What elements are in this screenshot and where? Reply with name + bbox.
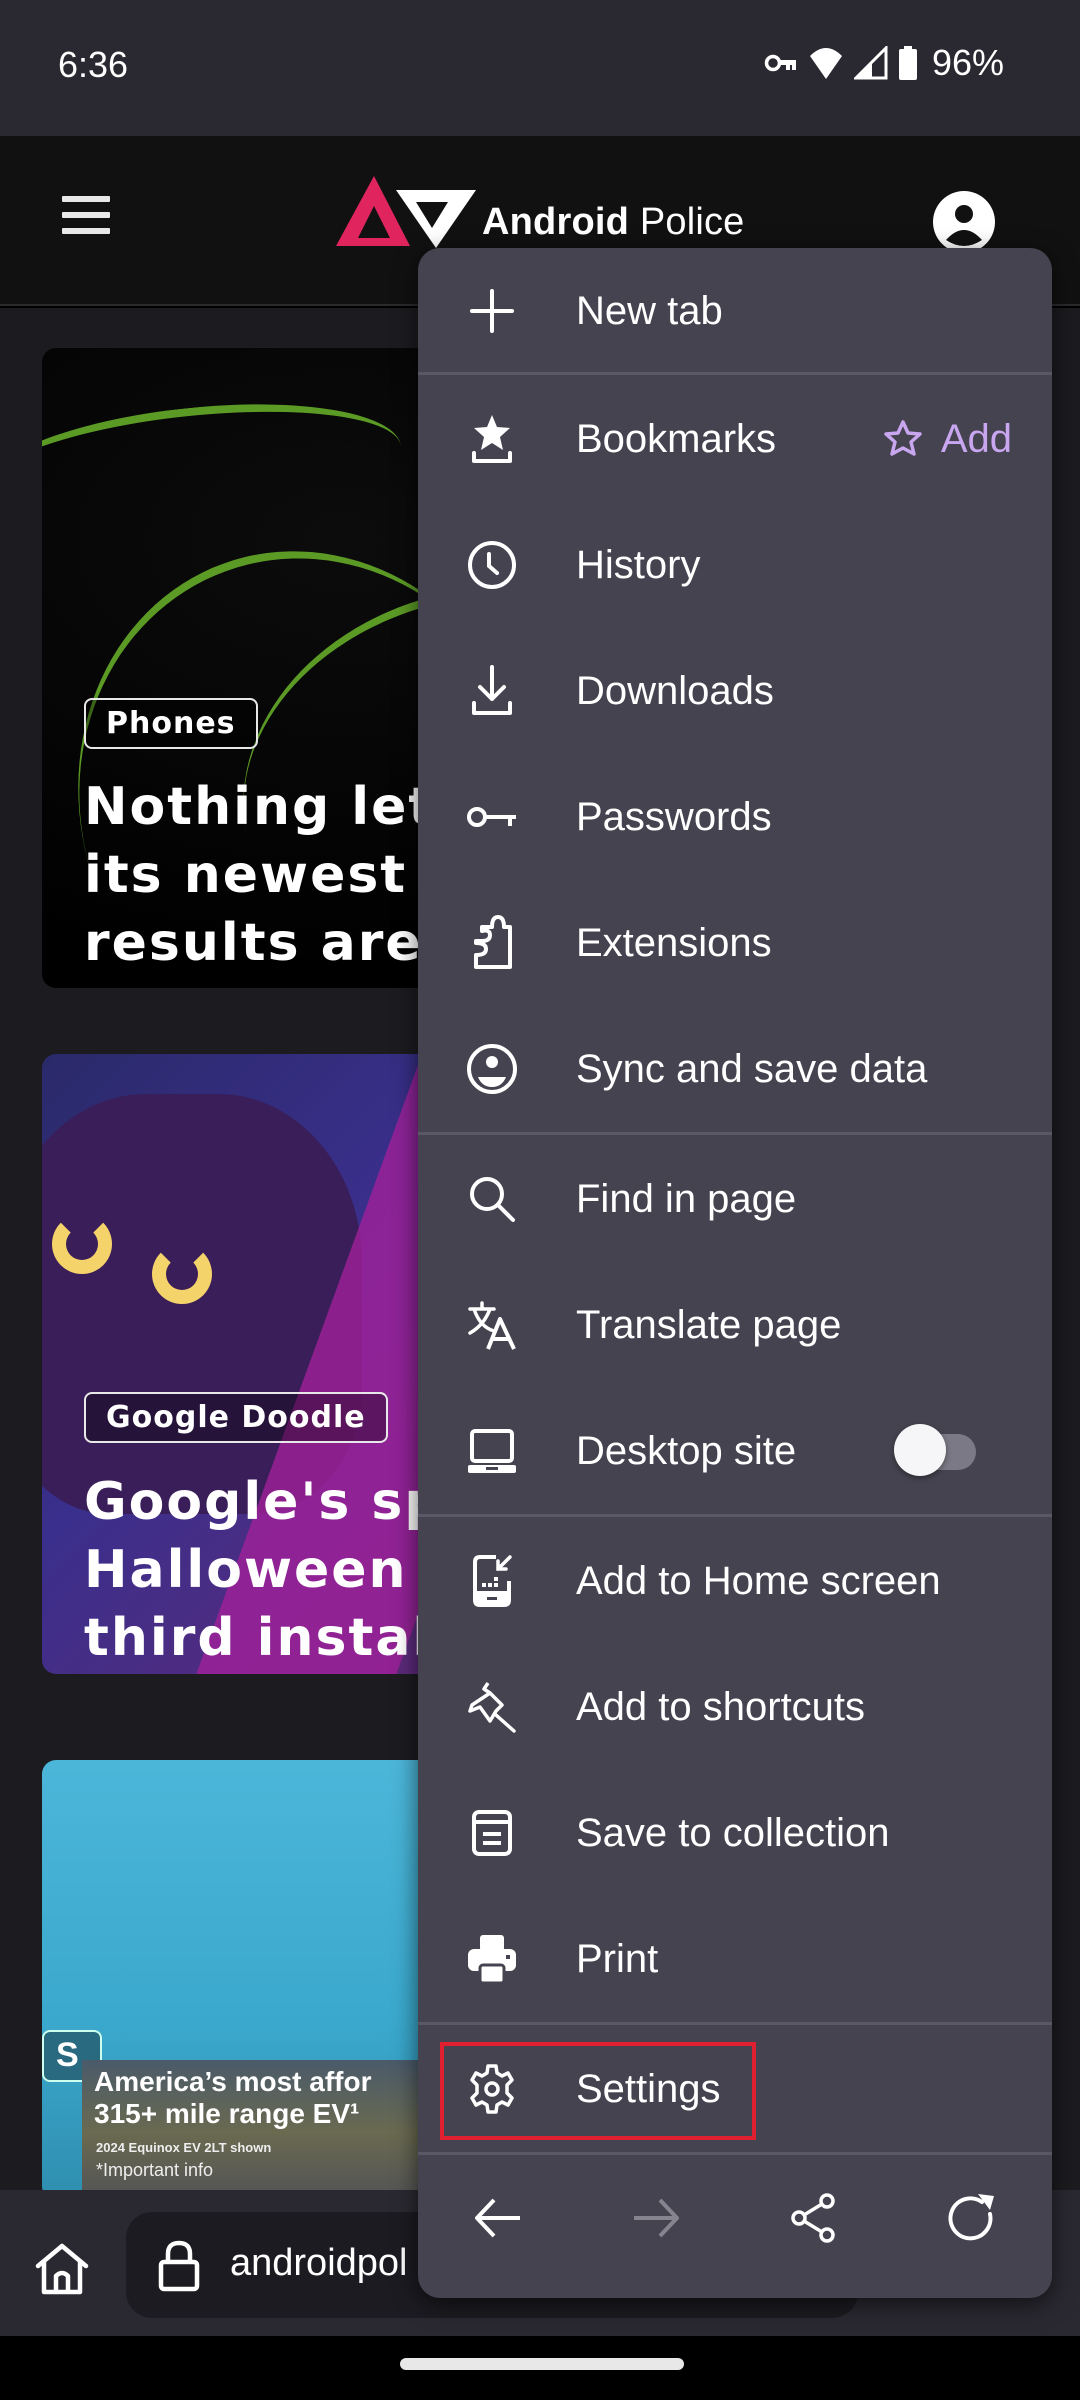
plus-icon [464,283,520,339]
menu-item-bookmarks[interactable]: Bookmarks Add [418,376,1052,502]
menu-divider [418,1514,1052,1517]
menu-label: Passwords [576,794,772,839]
menu-label: Translate page [576,1302,842,1347]
menu-label: Print [576,1936,659,1981]
battery-percent: 96% [931,42,1004,83]
status-icons: 96% [764,42,1004,84]
bookmarks-icon [464,411,520,467]
home-icon[interactable] [34,2242,90,2296]
print-icon [464,1931,520,1987]
menu-label: Find in page [576,1176,797,1221]
article-tag[interactable]: Google Doodle [84,1392,388,1443]
menu-divider [418,1132,1052,1135]
logo-text: Android Police [482,201,745,243]
menu-item-desktop-site[interactable]: Desktop site [418,1388,1052,1514]
hamburger-icon[interactable] [62,196,110,240]
desktop-site-toggle[interactable] [894,1424,976,1478]
menu-label: New tab [576,288,723,333]
account-sync-icon [464,1041,520,1097]
menu-item-downloads[interactable]: Downloads [418,628,1052,754]
android-police-logo-icon [336,176,476,248]
status-time: 6:36 [58,44,129,85]
laptop-icon [464,1423,520,1479]
menu-divider [418,2022,1052,2025]
vpn-key-icon [764,54,796,72]
menu-label: Downloads [576,668,774,713]
menu-item-print[interactable]: Print [418,1896,1052,2022]
toggle-thumb [894,1424,946,1476]
menu-label: Extensions [576,920,772,965]
reload-icon[interactable] [944,2190,1000,2246]
download-icon [464,663,520,719]
menu-item-passwords[interactable]: Passwords [418,754,1052,880]
history-clock-icon [464,537,520,593]
menu-item-add-to-home-screen[interactable]: Add to Home screen [418,1518,1052,1644]
menu-label: Add to shortcuts [576,1684,866,1729]
menu-item-sync-and-save-data[interactable]: Sync and save data [418,1006,1052,1132]
status-bar: 6:36 96% [0,0,1080,136]
menu-item-extensions[interactable]: Extensions [418,880,1052,1006]
menu-item-save-to-collection[interactable]: Save to collection [418,1770,1052,1896]
collection-icon [464,1805,520,1861]
share-icon[interactable] [786,2190,842,2246]
menu-label: Bookmarks [576,416,777,461]
ad-info-link[interactable]: *Important info [96,2160,213,2181]
lock-icon[interactable] [158,2240,200,2292]
ad-headline: America’s most affor [94,2066,372,2097]
translate-icon [464,1297,520,1353]
add-to-home-icon [464,1553,520,1609]
battery-icon [898,46,917,80]
menu-nav-row [418,2156,1052,2274]
site-logo[interactable]: Android Police [336,176,745,248]
menu-label: Add to Home screen [576,1558,941,1603]
add-bookmark-label: Add [940,416,1012,461]
puzzle-icon [464,915,520,971]
account-circle-icon[interactable] [932,190,996,254]
menu-item-new-tab[interactable]: New tab [418,248,1052,374]
article-tag[interactable]: Phones [84,698,258,749]
add-bookmark-button[interactable]: Add [883,417,1012,462]
ad-subheadline: 315+ mile range EV¹ [94,2098,360,2129]
key-icon [464,789,520,845]
star-outline-icon [884,420,922,456]
settings-highlight-box [440,2042,756,2140]
search-icon [464,1171,520,1227]
browser-overflow-menu: New tab Bookmarks Add History Downloads … [418,248,1052,2298]
ad-caption: 2024 Equinox EV 2LT shown [96,2140,272,2155]
menu-item-translate-page[interactable]: Translate page [418,1262,1052,1388]
menu-label: Desktop site [576,1428,797,1473]
menu-divider [418,2152,1052,2155]
menu-item-history[interactable]: History [418,502,1052,628]
menu-label: Save to collection [576,1810,890,1855]
home-indicator[interactable] [400,2358,684,2370]
back-arrow-icon[interactable] [470,2190,526,2246]
forward-arrow-icon[interactable] [628,2190,684,2246]
menu-label: History [576,542,701,587]
menu-divider [418,372,1052,375]
pin-icon [464,1679,520,1735]
url-text[interactable]: androidpol [230,2242,407,2285]
signal-icon [853,46,888,80]
system-nav-bar [0,2336,1080,2400]
menu-label: Sync and save data [576,1046,928,1091]
menu-item-add-to-shortcuts[interactable]: Add to shortcuts [418,1644,1052,1770]
wifi-icon [809,48,842,79]
menu-item-find-in-page[interactable]: Find in page [418,1136,1052,1262]
